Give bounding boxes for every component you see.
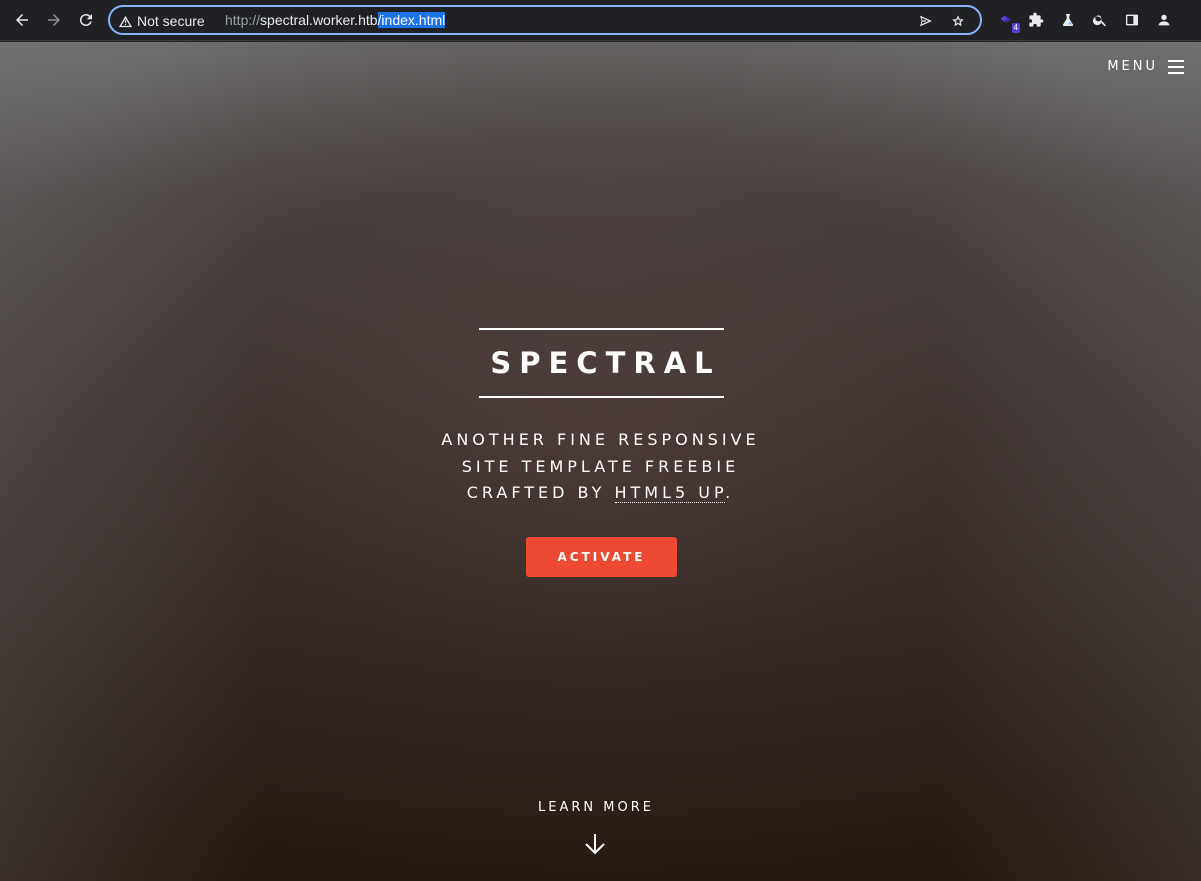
back-button[interactable] (8, 6, 36, 34)
tagline-line-2: SITE TEMPLATE FREEBIE (461, 456, 740, 476)
page-viewport: MENU SPECTRAL ANOTHER FINE RESPONSIVE SI… (0, 42, 1201, 881)
learn-more-link[interactable]: LEARN MORE (496, 800, 696, 815)
tagline-line-3: CRAFTED BY HTML5 UP. (400, 480, 801, 507)
browser-toolbar: Not secure http://spectral.worker.htb/in… (0, 0, 1201, 41)
url-host: spectral.worker.htb (260, 12, 378, 28)
menu-label: MENU (1107, 59, 1158, 74)
menu-button[interactable]: MENU (1107, 59, 1184, 74)
html5up-link[interactable]: HTML5 UP (614, 483, 726, 503)
tagline-period: . (725, 483, 735, 502)
flask-icon (1062, 14, 1074, 26)
tagline-line-1: ANOTHER FINE RESPONSIVE (441, 430, 760, 449)
activate-button[interactable]: ACTIVATE (526, 537, 677, 577)
labs-button[interactable] (1057, 9, 1079, 31)
send-tab-button[interactable] (916, 11, 936, 31)
puzzle-icon (1029, 12, 1044, 27)
site-title-block: SPECTRAL (479, 328, 724, 398)
reload-icon (79, 14, 92, 27)
security-indicator[interactable]: Not secure (118, 11, 205, 31)
url-scheme: http:// (225, 12, 261, 28)
tagline: ANOTHER FINE RESPONSIVE SITE TEMPLATE FR… (400, 427, 801, 507)
search-icon (1092, 15, 1106, 27)
extension-badge-count: 4 (1011, 23, 1020, 33)
reload-button[interactable] (72, 6, 100, 34)
profile-button[interactable] (1153, 9, 1175, 31)
arrow-right-icon (48, 14, 60, 26)
security-label: Not secure (137, 13, 205, 29)
side-panel-button[interactable] (1121, 9, 1143, 31)
url-path-selected: /index.html (377, 12, 446, 28)
site-title: SPECTRAL (490, 346, 721, 380)
address-bar[interactable]: Not secure http://spectral.worker.htb/in… (108, 5, 982, 35)
arrow-down-icon[interactable] (584, 832, 606, 856)
arrow-left-icon (16, 14, 28, 26)
extension-button[interactable]: 4 (995, 9, 1020, 33)
warning-triangle-icon (118, 15, 133, 27)
tagline-line-3-text: CRAFTED BY (466, 483, 615, 502)
search-button[interactable] (1089, 9, 1111, 31)
extensions-button[interactable] (1025, 9, 1047, 31)
bookmark-button[interactable] (948, 11, 968, 31)
star-icon (952, 15, 964, 27)
profile-icon (1158, 14, 1170, 26)
side-panel-icon (1126, 14, 1138, 26)
forward-button[interactable] (40, 6, 68, 34)
hamburger-icon (1168, 59, 1184, 74)
send-icon (920, 15, 932, 27)
url-text[interactable]: http://spectral.worker.htb/index.html (225, 12, 446, 29)
